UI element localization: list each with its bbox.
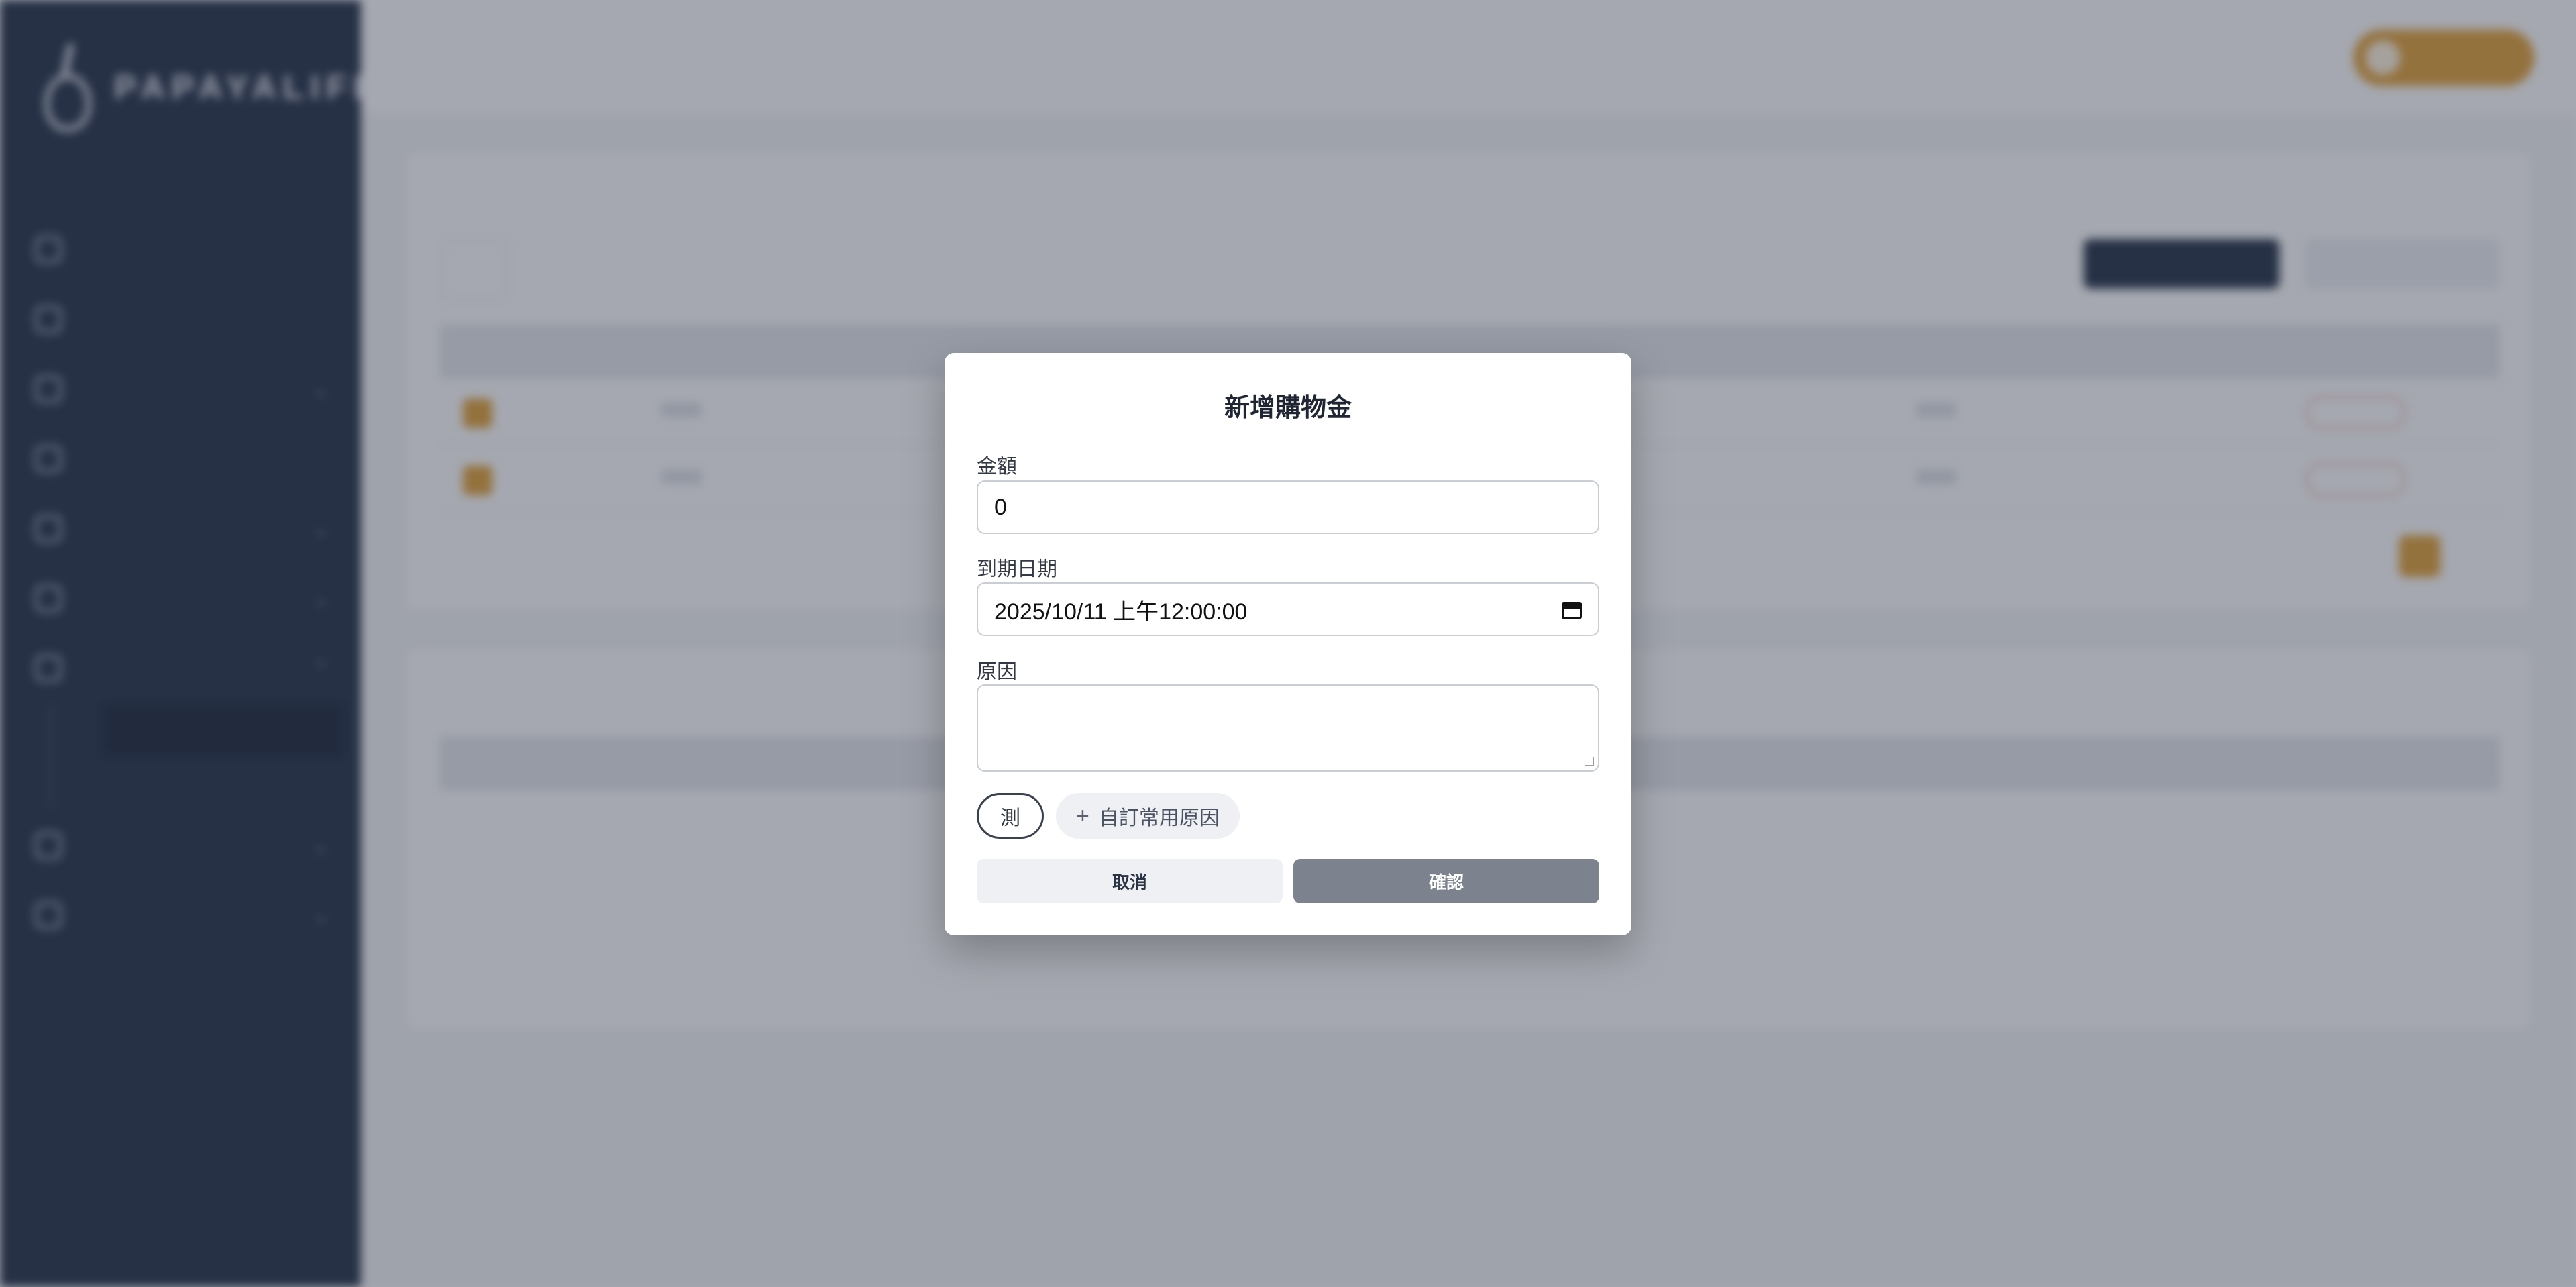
amount-label: 金額 — [977, 456, 1017, 478]
common-reasons: 測 + 自訂常用原因 — [977, 793, 1240, 839]
calendar-icon[interactable] — [1562, 599, 1582, 619]
resize-handle-icon[interactable] — [1585, 757, 1594, 766]
reason-textarea[interactable] — [977, 684, 1599, 772]
expiry-date-value: 2025/10/11 上午12:00:00 — [994, 599, 1248, 625]
add-custom-reason-label: 自訂常用原因 — [1098, 807, 1220, 829]
amount-input[interactable] — [977, 480, 1599, 534]
cancel-button[interactable]: 取消 — [977, 859, 1283, 903]
expiry-date-input[interactable]: 2025/10/11 上午12:00:00 — [977, 582, 1599, 636]
plus-icon: + — [1076, 803, 1089, 829]
expiry-date-label: 到期日期 — [977, 558, 1057, 580]
add-credit-dialog: 新增購物金 金額 到期日期 2025/10/11 上午12:00:00 原因 測… — [945, 353, 1631, 935]
reason-chip[interactable]: 測 — [977, 793, 1044, 839]
add-custom-reason-button[interactable]: + 自訂常用原因 — [1056, 793, 1240, 839]
reason-label: 原因 — [977, 661, 1017, 683]
dialog-title: 新增購物金 — [1224, 394, 1352, 422]
confirm-button[interactable]: 確認 — [1293, 859, 1599, 903]
